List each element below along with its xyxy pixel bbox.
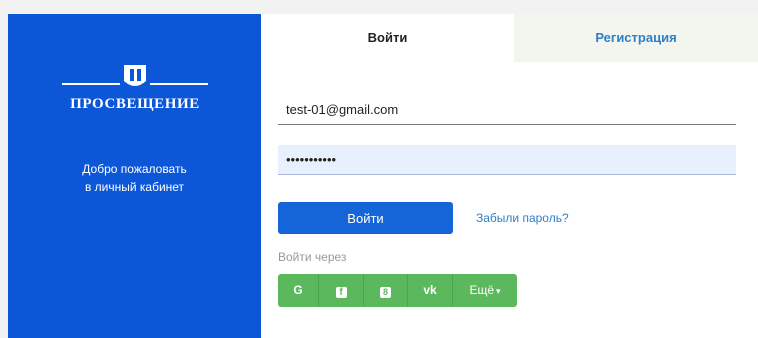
login-button[interactable]: Войти [278, 202, 453, 234]
welcome-text: Добро пожаловать в личный кабинет [8, 160, 261, 196]
tab-register[interactable]: Регистрация [514, 14, 758, 62]
more-label: Ещё [469, 283, 495, 297]
google-login-button[interactable]: G [278, 274, 319, 307]
welcome-line-1: Добро пожаловать [82, 162, 187, 176]
tab-login[interactable]: Войти [261, 14, 514, 62]
brand-name: ПРОСВЕЩЕНИЕ [70, 96, 200, 112]
brand-logo: ПРОСВЕЩЕНИЕ [60, 61, 210, 121]
vk-icon: vk [423, 283, 437, 297]
login-via-label: Войти через [278, 250, 347, 264]
more-social-button[interactable]: Ещё ▾ [453, 274, 517, 307]
brand-panel: ПРОСВЕЩЕНИЕ Добро пожаловать в личный ка… [8, 14, 261, 338]
auth-tabs: Войти Регистрация [261, 14, 758, 62]
caret-down-icon: ▾ [496, 286, 501, 296]
facebook-icon: f [335, 287, 347, 298]
google-icon: G [293, 283, 303, 297]
forgot-password-link[interactable]: Забыли пароль? [476, 211, 569, 225]
logo-emblem-icon [62, 65, 208, 86]
facebook-login-button[interactable]: f [319, 274, 364, 307]
email-input[interactable] [278, 95, 736, 125]
odnoklassniki-login-button[interactable]: 8 [364, 274, 408, 307]
password-input[interactable] [278, 145, 736, 175]
vk-login-button[interactable]: vk [408, 274, 453, 307]
social-login-bar: G f 8 vk Ещё ▾ [278, 274, 517, 307]
welcome-line-2: в личный кабинет [84, 180, 185, 194]
odnoklassniki-icon: 8 [380, 287, 391, 298]
